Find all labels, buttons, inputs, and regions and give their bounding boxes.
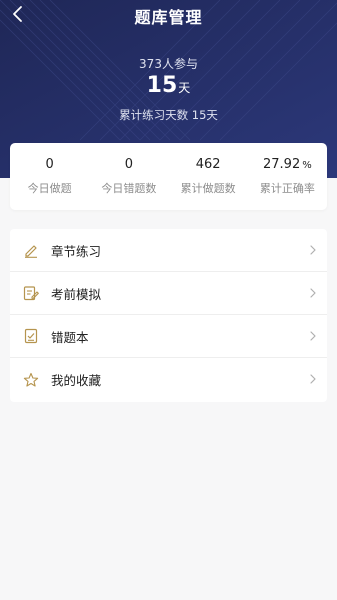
participants-count: 373人参与 bbox=[139, 57, 198, 71]
chevron-right-icon bbox=[310, 288, 316, 298]
stat-value: 462 bbox=[195, 157, 221, 172]
stat-value-wrap: 27.92% bbox=[248, 157, 327, 173]
stat-value: 0 bbox=[45, 157, 54, 172]
stat-label: 累计做题数 bbox=[180, 182, 236, 195]
stat-label: 累计正确率 bbox=[259, 182, 315, 195]
menu-list: 章节练习 考前模拟 错题本 我的收藏 bbox=[10, 229, 327, 402]
stats-card: 0 今日做题 0 今日错题数 462 累计做题数 27.92% 累计正确率 bbox=[10, 143, 327, 210]
days-display: 15天 bbox=[0, 73, 337, 98]
checklist-icon bbox=[24, 328, 38, 344]
chevron-right-icon bbox=[310, 331, 316, 341]
stat-today-done: 0 今日做题 bbox=[10, 143, 89, 210]
stat-value: 0 bbox=[124, 157, 134, 172]
menu-item-mock-exam[interactable]: 考前模拟 bbox=[10, 272, 327, 315]
stat-today-wrong: 0 今日错题数 bbox=[89, 143, 168, 210]
days-unit: 天 bbox=[178, 81, 191, 95]
menu-item-label: 错题本 bbox=[51, 329, 89, 345]
chevron-right-icon bbox=[310, 245, 316, 255]
stat-value: 27.92 bbox=[263, 157, 301, 172]
stat-total-done: 462 累计做题数 bbox=[169, 143, 248, 210]
menu-item-label: 我的收藏 bbox=[51, 373, 102, 388]
cumulative-days: 累计练习天数 15天 bbox=[119, 108, 218, 122]
stat-label: 今日做题 bbox=[27, 182, 72, 195]
edit-document-icon bbox=[23, 286, 39, 301]
chevron-right-icon bbox=[310, 374, 316, 384]
nav-bar: 题库管理 bbox=[0, 0, 337, 30]
menu-item-chapter-practice[interactable]: 章节练习 bbox=[10, 229, 327, 272]
page-title: 题库管理 bbox=[134, 8, 203, 27]
percent-unit: % bbox=[302, 160, 312, 171]
menu-item-label: 章节练习 bbox=[51, 243, 102, 259]
pencil-icon bbox=[25, 245, 37, 258]
menu-item-wrong-book[interactable]: 错题本 bbox=[10, 315, 327, 358]
stat-accuracy: 27.92% 累计正确率 bbox=[248, 143, 327, 210]
star-icon bbox=[23, 372, 39, 387]
stat-label: 今日错题数 bbox=[101, 182, 157, 195]
menu-item-favorites[interactable]: 我的收藏 bbox=[10, 358, 327, 401]
menu-item-label: 考前模拟 bbox=[51, 286, 102, 302]
days-value: 15 bbox=[146, 73, 178, 98]
